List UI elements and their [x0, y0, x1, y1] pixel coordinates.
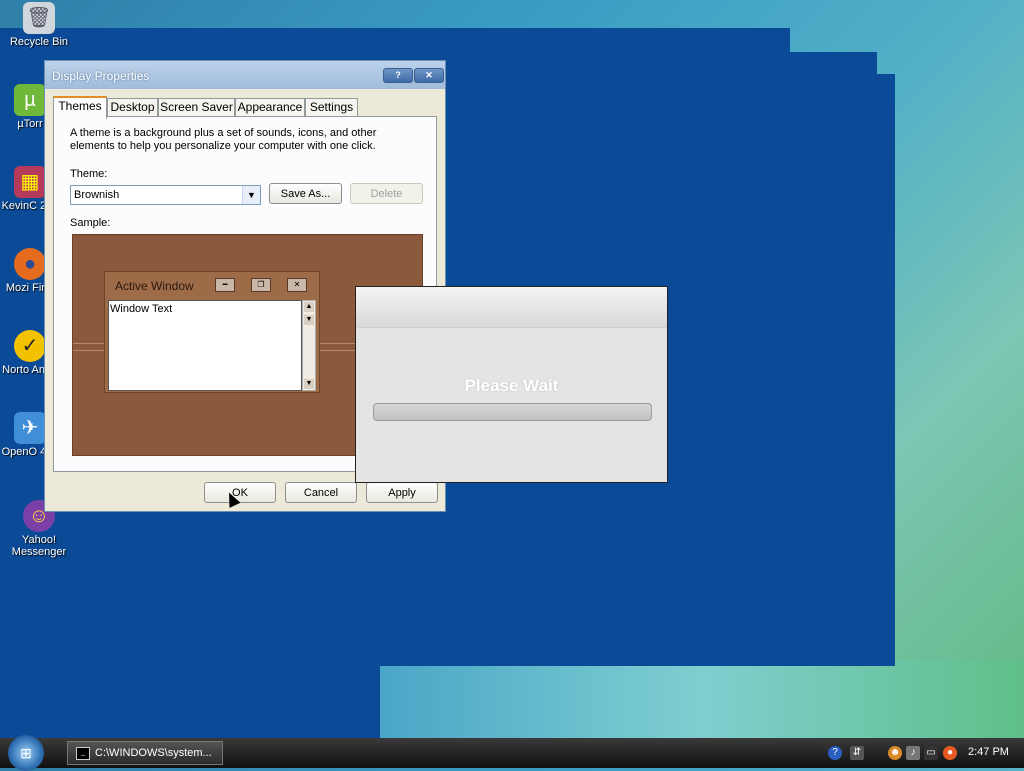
theme-description: A theme is a background plus a set of so… — [70, 127, 377, 152]
security-tray-icon[interactable]: ● — [943, 746, 957, 760]
close-icon: ✕ — [287, 278, 307, 292]
desktop-icon-label: µTorr — [17, 118, 43, 130]
theme-label: Theme: — [70, 168, 108, 180]
theme-dropdown-value: Brownish — [74, 189, 120, 201]
tab-desktop[interactable]: Desktop — [107, 98, 158, 117]
start-button[interactable]: ⊞ — [8, 735, 44, 771]
taskbar: ⊞ _ C:\WINDOWS\system... ? ⇵ ☻ ♪ ▭ ● 2:4… — [0, 735, 1024, 771]
tab-themes[interactable]: Themes — [53, 96, 107, 119]
apply-button[interactable]: Apply — [366, 482, 438, 503]
volume-tray-icon[interactable]: ♪ — [906, 746, 920, 760]
delete-button[interactable]: Delete — [350, 183, 423, 204]
network-tray-icon[interactable]: ⇵ — [850, 746, 864, 760]
progress-bar — [373, 403, 652, 421]
firefox-icon: ● — [14, 248, 46, 280]
close-button[interactable]: ✕ — [414, 68, 444, 83]
ok-button[interactable]: OK — [204, 482, 276, 503]
norton-icon: ✓ — [14, 330, 46, 362]
desktop-icon-recycle-bin[interactable]: 🗑 Recycle Bin — [1, 2, 77, 48]
desktop-backdrop-panel — [0, 658, 380, 738]
sample-label: Sample: — [70, 217, 111, 229]
help-button[interactable]: ? — [383, 68, 413, 83]
tab-screen-saver[interactable]: Screen Saver — [158, 98, 235, 117]
window-title: Display Properties — [52, 69, 150, 83]
wait-message: Please Wait — [464, 376, 559, 395]
desktop-wallpaper-streak — [380, 660, 1024, 740]
cancel-button[interactable]: Cancel — [285, 482, 357, 503]
desktop-icon-label: Recycle Bin — [9, 36, 69, 48]
restore-icon: ❐ — [251, 278, 271, 292]
winrar-icon: ▦ — [14, 166, 46, 198]
command-prompt-icon: _ — [76, 747, 90, 760]
openoffice-icon: ✈ — [14, 412, 46, 444]
theme-dropdown[interactable]: Brownish ▼ — [70, 185, 261, 205]
tab-settings[interactable]: Settings — [305, 98, 358, 117]
sample-window-body: Window Text — [108, 300, 302, 391]
system-clock[interactable]: 2:47 PM — [968, 746, 1009, 758]
wait-dialog-header — [356, 287, 667, 328]
sample-window-title: Active Window — [115, 279, 194, 293]
minimize-icon: ━ — [215, 278, 235, 292]
taskbar-item-label: C:\WINDOWS\system... — [95, 747, 212, 759]
monitor-tray-icon[interactable]: ▭ — [924, 746, 938, 760]
recycle-bin-icon: 🗑 — [23, 2, 55, 34]
desktop-icon-label: Yahoo! Messenger — [11, 534, 67, 558]
help-tray-icon[interactable]: ? — [828, 746, 842, 760]
window-title-bar[interactable]: Display Properties ? ✕ — [45, 61, 445, 89]
scroll-up-icon: ▲ — [304, 302, 314, 312]
utorrent-icon: µ — [14, 84, 46, 116]
taskbar-item-command-prompt[interactable]: _ C:\WINDOWS\system... — [67, 741, 223, 765]
save-as-button[interactable]: Save As... — [269, 183, 342, 204]
tab-appearance[interactable]: Appearance — [235, 98, 305, 117]
sample-window-text: Window Text — [110, 303, 173, 315]
scroll-down-icon: ▼ — [304, 315, 314, 325]
chevron-down-icon[interactable]: ▼ — [242, 186, 260, 204]
sample-active-window: Active Window ━ ❐ ✕ Window Text ▲ ▼ ▼ — [104, 271, 320, 393]
sample-scrollbar: ▲ ▼ ▼ — [302, 300, 316, 391]
messenger-tray-icon[interactable]: ☻ — [888, 746, 902, 760]
scroll-down-icon: ▼ — [304, 379, 314, 389]
please-wait-dialog: Please Wait — [355, 286, 668, 483]
